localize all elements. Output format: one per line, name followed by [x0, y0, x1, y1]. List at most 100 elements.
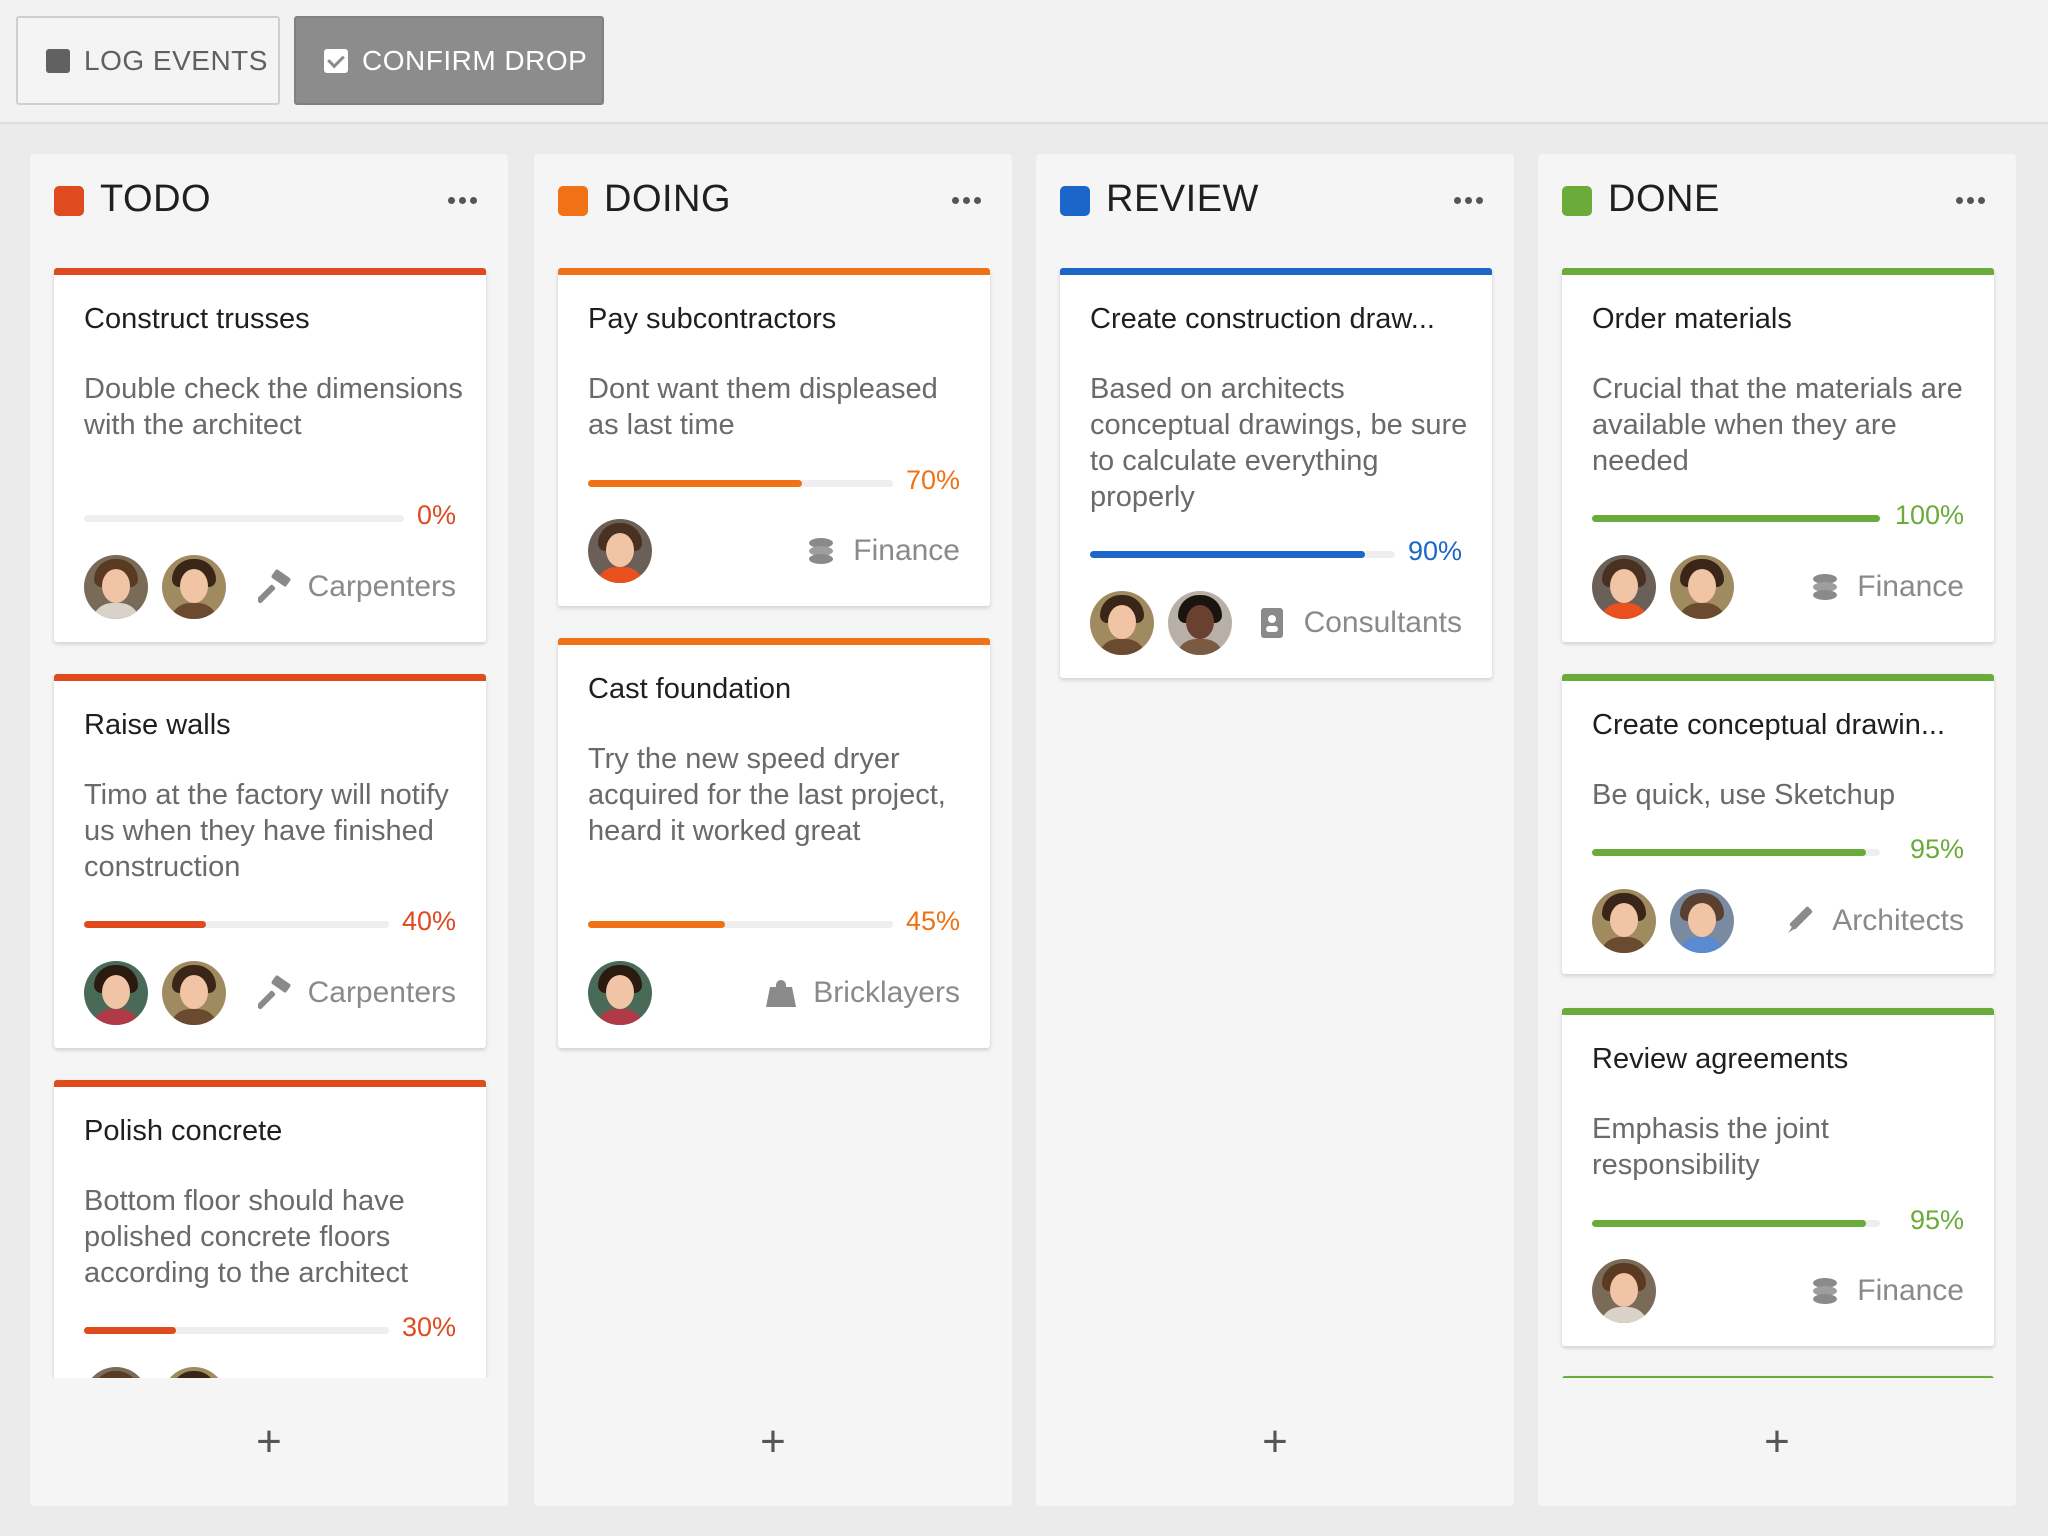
- card-description: Dont want them displeased as last time: [588, 373, 938, 441]
- more-options-icon[interactable]: [946, 180, 986, 220]
- task-card[interactable]: Create conceptual drawin... Be quick, us…: [1562, 674, 1994, 974]
- progress-fill: [588, 921, 726, 928]
- column-review: REVIEW Create construction draw... Based…: [1036, 154, 1514, 1506]
- avatar[interactable]: [162, 1367, 226, 1378]
- progress-fill: [84, 921, 206, 928]
- column-title: TODO: [100, 178, 212, 220]
- add-card-button[interactable]: +: [1538, 1378, 2016, 1506]
- progress-track: [1090, 551, 1395, 558]
- status-color-dot: [558, 186, 588, 216]
- assignees: [588, 961, 652, 1025]
- task-card[interactable]: Order materials Crucial that the materia…: [1562, 268, 1994, 642]
- avatar[interactable]: [1592, 889, 1656, 953]
- log-events-button[interactable]: LOG EVENTS: [16, 16, 280, 105]
- coins-icon: [1813, 1278, 1838, 1304]
- card-title: Order materials: [1592, 303, 1792, 335]
- team-name: Finance: [1857, 570, 1964, 603]
- card-description: Crucial that the materials are available…: [1592, 373, 1963, 477]
- card-description: Bottom floor should have polished concre…: [84, 1185, 409, 1289]
- hammer-icon: [257, 569, 291, 604]
- avatar[interactable]: [1168, 591, 1232, 655]
- avatar[interactable]: [1670, 889, 1734, 953]
- avatar[interactable]: [1670, 555, 1734, 619]
- hammer-icon: [257, 975, 291, 1010]
- team-label: Finance: [1807, 555, 1964, 619]
- card-description: Double check the dimensions with the arc…: [84, 373, 463, 441]
- column-body[interactable]: Create construction draw... Based on arc…: [1036, 268, 1514, 1378]
- avatar[interactable]: [1090, 591, 1154, 655]
- column-body[interactable]: Order materials Crucial that the materia…: [1538, 268, 2016, 1378]
- progress-percent: 95%: [1909, 1205, 1964, 1235]
- task-card[interactable]: Raise walls Timo at the factory will not…: [54, 674, 486, 1048]
- team-label: Finance: [803, 519, 960, 583]
- card-description: Be quick, use Sketchup: [1592, 779, 1896, 811]
- avatar[interactable]: [1592, 555, 1656, 619]
- progress-track: [1592, 849, 1880, 856]
- progress-percent: 100%: [1894, 500, 1964, 530]
- team-name: Carpenters: [307, 976, 456, 1009]
- add-card-button[interactable]: +: [30, 1378, 508, 1506]
- coins-icon: [1813, 574, 1838, 600]
- assignees: [1592, 889, 1734, 953]
- progress-fill: [84, 1327, 176, 1334]
- card-title: Polish concrete: [84, 1115, 283, 1147]
- avatar[interactable]: [84, 1367, 148, 1378]
- progress-percent: 40%: [401, 906, 456, 936]
- progress-track: [84, 515, 404, 522]
- status-color-dot: [1060, 186, 1090, 216]
- task-card[interactable]: Polish concrete Bottom floor should have…: [54, 1080, 486, 1378]
- card-description: Based on architects conceptual drawings,…: [1090, 373, 1468, 513]
- team-label: Finance: [1807, 1259, 1964, 1323]
- coins-icon: [809, 538, 834, 564]
- column-header: DOING: [534, 154, 1012, 244]
- team-name: Bricklayers: [813, 976, 960, 1009]
- confirm-drop-label: CONFIRM DROP: [362, 44, 588, 76]
- assignees: [1592, 555, 1734, 619]
- column-body[interactable]: Construct trusses Double check the dimen…: [30, 268, 508, 1378]
- progress-percent: 45%: [905, 906, 960, 936]
- avatar[interactable]: [588, 519, 652, 583]
- add-card-button[interactable]: +: [1036, 1378, 1514, 1506]
- column-body[interactable]: Pay subcontractors Dont want them disple…: [534, 268, 1012, 1378]
- progress-fill: [1592, 849, 1866, 856]
- task-card[interactable]: Review agreements Emphasis the joint res…: [1562, 1008, 1994, 1346]
- avatar[interactable]: [588, 961, 652, 1025]
- assignees: [84, 555, 226, 619]
- progress-percent: 95%: [1909, 834, 1964, 864]
- confirm-drop-button[interactable]: CONFIRM DROP: [294, 16, 604, 105]
- avatar[interactable]: [84, 555, 148, 619]
- weight-icon: [766, 980, 797, 1007]
- progress-percent: 90%: [1407, 536, 1462, 566]
- card-title: Cast foundation: [588, 673, 792, 705]
- column-header: REVIEW: [1036, 154, 1514, 244]
- team-name: Consultants: [1303, 606, 1462, 639]
- progress-track: [588, 480, 893, 487]
- progress-track: [588, 921, 893, 928]
- column-done: DONE Order materials Crucial that the ma…: [1538, 154, 2016, 1506]
- team-label: Carpenters: [257, 961, 456, 1025]
- progress-percent: 0%: [416, 500, 456, 530]
- task-card[interactable]: Create construction draw... Based on arc…: [1060, 268, 1492, 678]
- more-options-icon[interactable]: [442, 180, 482, 220]
- progress-track: [1592, 1220, 1880, 1227]
- more-options-icon[interactable]: [1950, 180, 1990, 220]
- task-card[interactable]: Pay subcontractors Dont want them disple…: [558, 268, 990, 606]
- column-title: DOING: [604, 178, 732, 220]
- task-card[interactable]: Construct trusses Double check the dimen…: [54, 268, 486, 642]
- progress-fill: [1592, 515, 1880, 522]
- more-options-icon[interactable]: [1448, 180, 1488, 220]
- column-todo: TODO Construct trusses Double check the …: [30, 154, 508, 1506]
- card-title: Pay subcontractors: [588, 303, 837, 335]
- add-card-button[interactable]: +: [534, 1378, 1012, 1506]
- id-badge-icon: [1260, 608, 1283, 638]
- avatar[interactable]: [1592, 1259, 1656, 1323]
- progress-percent: 70%: [905, 465, 960, 495]
- task-card[interactable]: Cast foundation Try the new speed dryer …: [558, 638, 990, 1048]
- team-name: Carpenters: [307, 570, 456, 603]
- assignees: [84, 961, 226, 1025]
- avatar[interactable]: [84, 961, 148, 1025]
- avatar[interactable]: [162, 961, 226, 1025]
- progress-track: [1592, 515, 1880, 522]
- avatar[interactable]: [162, 555, 226, 619]
- team-name: Architects: [1832, 904, 1964, 937]
